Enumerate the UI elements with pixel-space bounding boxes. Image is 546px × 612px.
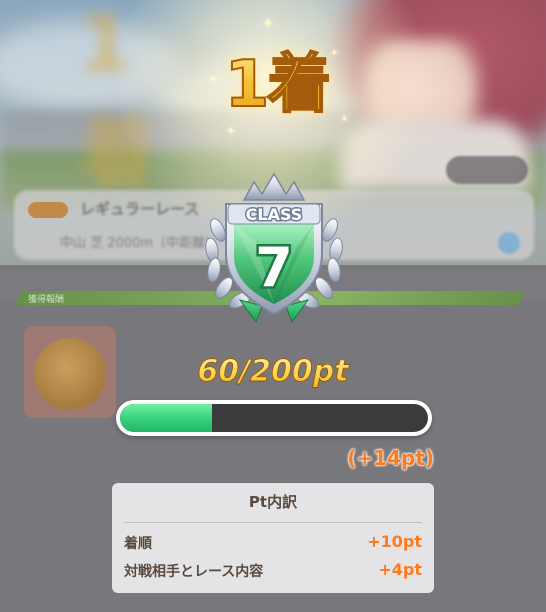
breakdown-row-value: +4pt: [378, 560, 422, 579]
progress-fill: [120, 404, 213, 432]
breakdown-row: 着順 +10pt: [124, 532, 422, 555]
breakdown-row: 対戦相手とレース内容 +4pt: [124, 560, 422, 583]
points-gain: (+14pt): [347, 446, 434, 470]
class-label: CLASS: [246, 205, 303, 224]
race-grade-badge: [28, 202, 68, 218]
divider: [124, 522, 422, 523]
breakdown-row-label: 着順: [124, 536, 152, 552]
sparkle-icon: ✦: [330, 48, 339, 59]
progress-track: [120, 404, 428, 432]
points-breakdown-panel: Pt内訳 着順 +10pt 対戦相手とレース内容 +4pt: [112, 483, 434, 593]
background-chip: [446, 156, 528, 184]
race-result-screen: 1着 レギュラーレース 中山 芝 2000m（中距離） 獲得報酬 1着 ✦ ✦ …: [0, 0, 546, 612]
points-progress-bar: [116, 400, 432, 436]
sparkle-icon: ✦: [262, 16, 274, 32]
class-badge: CLASS 7: [205, 172, 343, 324]
sparkle-icon: ✦: [340, 114, 349, 125]
breakdown-row-label: 対戦相手とレース内容: [124, 564, 264, 580]
coin-icon: [498, 232, 520, 254]
medal-icon: [34, 338, 106, 410]
breakdown-row-value: +10pt: [367, 532, 422, 551]
placement-title: 1着: [212, 40, 342, 130]
reward-header-label: 獲得報酬: [28, 295, 65, 305]
sparkle-icon: ✦: [208, 72, 219, 86]
breakdown-title: Pt内訳: [248, 493, 298, 511]
class-number: 7: [255, 236, 293, 299]
race-detail: 中山 芝 2000m（中距離）: [60, 236, 219, 251]
sparkle-icon: ✦: [226, 124, 237, 138]
points-total: 60/200pt: [170, 350, 376, 394]
